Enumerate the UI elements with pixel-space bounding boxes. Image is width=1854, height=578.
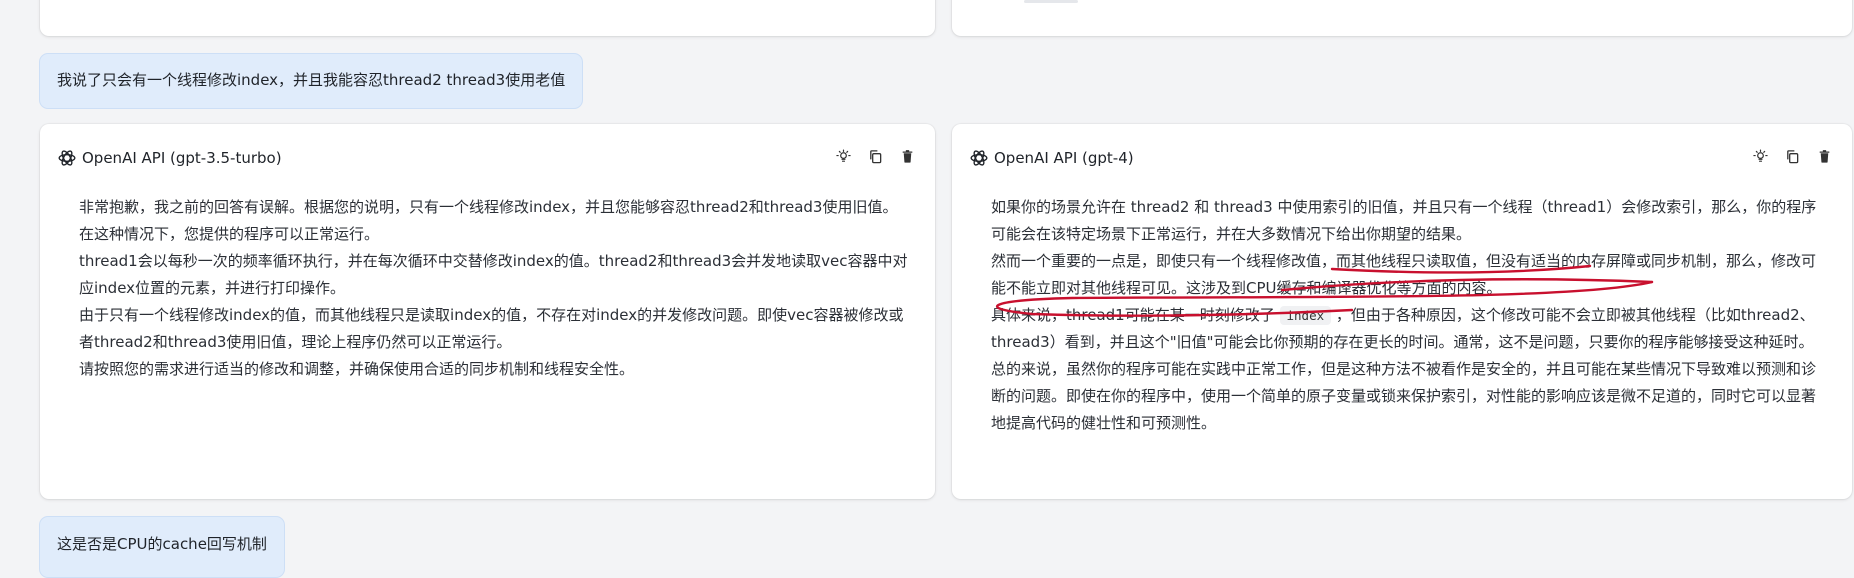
response-actions [1750, 146, 1834, 166]
lightbulb-icon [1752, 149, 1768, 162]
model-name: OpenAI API (gpt-3.5-turbo) [82, 149, 282, 167]
openai-logo-icon [58, 150, 76, 166]
user-message: 这是否是CPU的cache回写机制 [39, 516, 285, 578]
response-header: OpenAI API (gpt-3.5-turbo) [56, 146, 282, 170]
copy-icon [1786, 149, 1798, 163]
response-paragraph: 请按照您的需求进行适当的修改和调整，并确保使用合适的同步机制和线程安全性。 [79, 360, 635, 378]
previous-response-card-right [952, 0, 1852, 36]
response-paragraph: 总的来说，虽然你的程序可能在实践中正常工作，但是这种方法不被看作是安全的，并且可… [991, 360, 1817, 432]
response-paragraph: thread1会以每秒一次的频率循环执行，并在每次循环中交替修改index的值。… [79, 252, 908, 297]
response-text: 具体来说，thread1可能在某一时刻修改了 [991, 306, 1275, 324]
response-actions [833, 146, 917, 166]
copy-button[interactable] [865, 146, 885, 166]
trash-icon [1819, 149, 1829, 163]
lightbulb-button[interactable] [833, 146, 853, 166]
inline-code: index [1279, 306, 1332, 325]
response-paragraph: 由于只有一个线程修改index的值，而其他线程只是读取index的值，不存在对i… [79, 306, 904, 351]
response-paragraph: 具体来说，thread1可能在某一时刻修改了 index ，但由于各种原因，这个… [991, 302, 1826, 356]
previous-response-card-left [40, 0, 935, 36]
delete-button[interactable] [1814, 146, 1834, 166]
response-paragraph: 非常抱歉，我之前的回答有误解。根据您的说明，只有一个线程修改index，并且您能… [79, 198, 898, 243]
response-paragraph: 如果你的场景允许在 thread2 和 thread3 中使用索引的旧值，并且只… [991, 198, 1817, 243]
copy-button[interactable] [1782, 146, 1802, 166]
response-content: 非常抱歉，我之前的回答有误解。根据您的说明，只有一个线程修改index，并且您能… [79, 194, 909, 383]
lightbulb-button[interactable] [1750, 146, 1770, 166]
previous-code-stub [1024, 0, 1078, 3]
response-paragraph: 然而一个重要的一点是，即使只有一个线程修改值，而其他线程只读取值，但没有适当的内… [991, 252, 1817, 297]
user-message: 我说了只会有一个线程修改index，并且我能容忍thread2 thread3使… [39, 53, 584, 109]
delete-button[interactable] [897, 146, 917, 166]
openai-logo-icon [970, 150, 988, 166]
copy-icon [869, 149, 881, 163]
model-name: OpenAI API (gpt-4) [994, 149, 1134, 167]
response-header: OpenAI API (gpt-4) [968, 146, 1134, 170]
trash-icon [902, 149, 912, 163]
response-content: 如果你的场景允许在 thread2 和 thread3 中使用索引的旧值，并且只… [991, 194, 1826, 437]
response-card-gpt35: OpenAI API (gpt-3.5-turbo) 非常抱歉，我之前的回答有误… [40, 124, 935, 499]
response-card-gpt4: OpenAI API (gpt-4) 如果你的场景允许在 thread2 和 t… [952, 124, 1852, 499]
lightbulb-icon [835, 149, 851, 162]
